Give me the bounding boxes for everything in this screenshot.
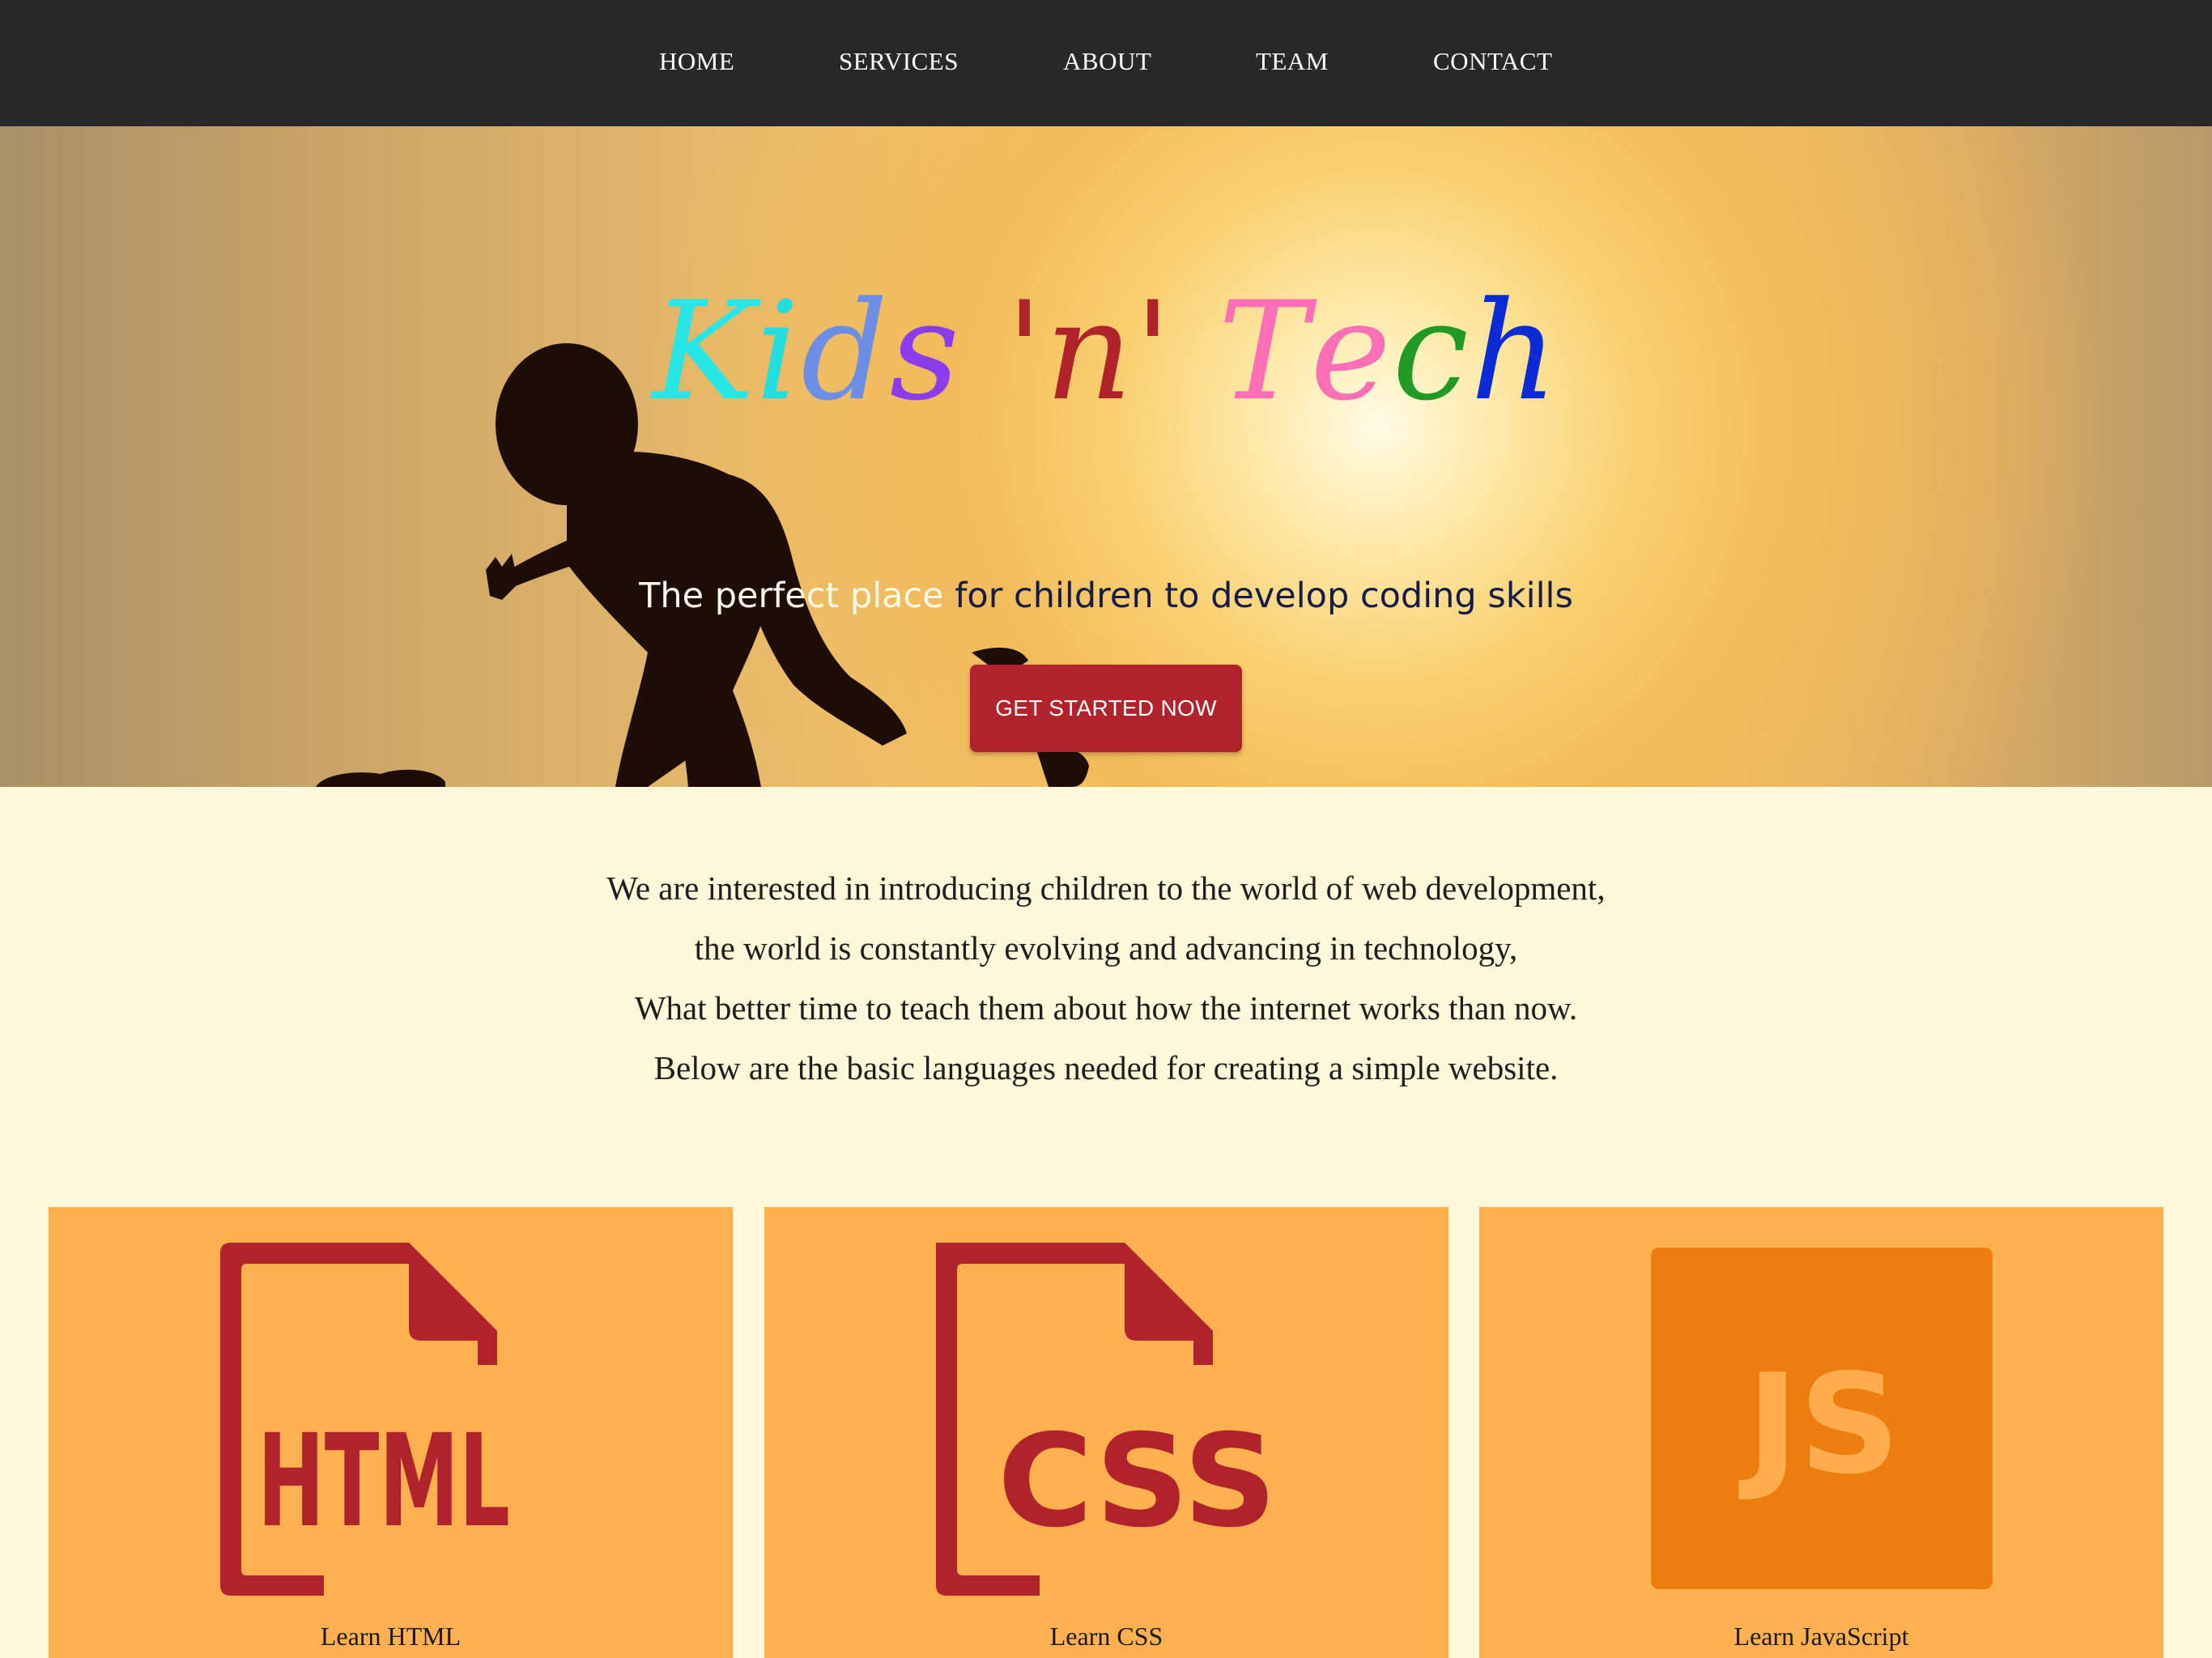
card-css[interactable]: CSS Learn CSS — [764, 1207, 1448, 1658]
card-label: Learn CSS — [1049, 1622, 1163, 1651]
nav-services[interactable]: SERVICES — [839, 45, 959, 78]
hero-title-word: Tech — [1218, 270, 1559, 432]
hero-subtitle-light: The perfect place — [639, 576, 944, 616]
card-javascript[interactable]: JS Learn JavaScript — [1479, 1207, 2163, 1658]
intro-line: Below are the basic languages needed for… — [653, 1049, 1559, 1086]
hero-title-letter: T — [1218, 272, 1311, 431]
hero-title-letter: ' — [1006, 272, 1045, 431]
hero-title-letter: K — [652, 272, 756, 431]
hero-title-word: Kids — [653, 270, 961, 432]
intro-line: We are interested in introducing childre… — [606, 869, 1606, 907]
js-square-icon: JS — [1651, 1248, 1993, 1589]
hero-title-word: 'n' — [1006, 270, 1173, 432]
hero-title: Kids 'n' Tech — [0, 270, 2212, 432]
intro-line: the world is constantly evolving and adv… — [694, 929, 1518, 967]
html-file-icon: HTML — [220, 1243, 510, 1596]
hero-title-letter: s — [889, 272, 961, 431]
hero-banner: Kids 'n' Tech The perfect place for chil… — [0, 126, 2212, 787]
nav-home[interactable]: HOME — [659, 45, 734, 78]
nav-about[interactable]: ABOUT — [1063, 45, 1151, 78]
card-label: Learn HTML — [320, 1622, 462, 1651]
card-label: Learn JavaScript — [1733, 1622, 1909, 1651]
hero-title-letter: n — [1044, 272, 1134, 431]
hero-subtitle: The perfect place for children to develo… — [0, 573, 2212, 619]
html-icon-text: HTML — [257, 1407, 510, 1556]
intro-line: What better time to teach them about how… — [634, 989, 1578, 1027]
css-icon-text: CSS — [998, 1407, 1277, 1556]
hero-subtitle-dark: for children to develop coding skills — [943, 576, 1573, 616]
top-nav: HOME SERVICES ABOUT TEAM CONTACT — [0, 0, 2212, 126]
intro-text: We are interested in introducing childre… — [0, 858, 2212, 1098]
hero-title-letter: h — [1470, 272, 1560, 431]
hero-title-letter: e — [1310, 272, 1393, 431]
hero-title-letter: i — [755, 272, 802, 431]
card-html[interactable]: HTML Learn HTML — [49, 1207, 733, 1658]
css-file-icon: CSS — [936, 1243, 1277, 1596]
hero-title-letter: c — [1392, 272, 1470, 431]
nav-contact[interactable]: CONTACT — [1433, 45, 1552, 78]
hero-title-letter: d — [801, 272, 890, 431]
nav-team[interactable]: TEAM — [1256, 45, 1329, 78]
js-icon-text: JS — [1738, 1345, 1900, 1505]
hero-title-letter: ' — [1134, 272, 1173, 431]
get-started-button[interactable]: GET STARTED NOW — [970, 665, 1242, 752]
